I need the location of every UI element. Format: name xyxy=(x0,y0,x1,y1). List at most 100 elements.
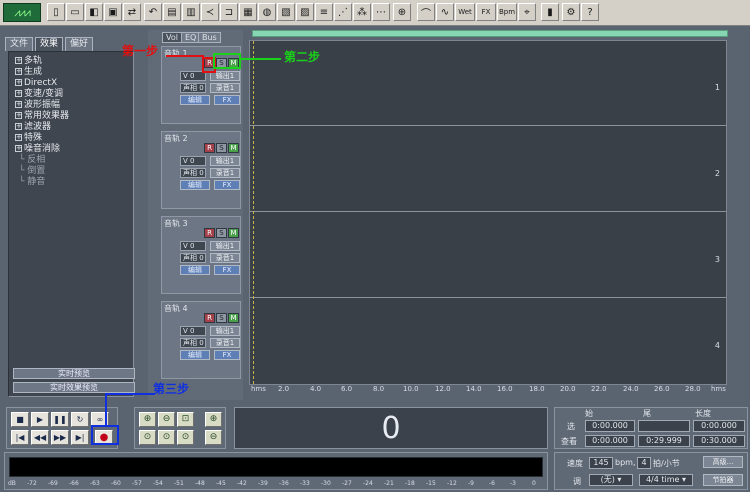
open-session-icon[interactable]: ◧ xyxy=(85,3,103,21)
input-button[interactable]: 录音1 xyxy=(210,168,240,178)
pause-icon[interactable]: ❚❚ xyxy=(51,412,69,427)
fx-button[interactable]: FX xyxy=(214,350,240,360)
rewind-icon[interactable]: ◀◀ xyxy=(31,430,49,445)
undo-icon[interactable]: ↶ xyxy=(144,3,162,21)
zoom-right-icon[interactable]: ⊙ xyxy=(158,430,175,445)
volume-field[interactable]: V 0 xyxy=(180,241,206,251)
track-lane[interactable]: 4 xyxy=(250,299,726,384)
adjust-icon[interactable]: ▦ xyxy=(239,3,257,21)
zoom-out-vertical-icon[interactable]: ⊖ xyxy=(205,430,222,445)
tree-node[interactable]: + DirectX xyxy=(15,78,57,89)
cue-icon[interactable]: ⊕ xyxy=(393,3,411,21)
new-file-icon[interactable]: ▯ xyxy=(47,3,65,21)
edit-button[interactable]: 编辑 xyxy=(180,350,210,360)
open-folder-icon[interactable]: ▭ xyxy=(66,3,84,21)
tree-node[interactable]: + 生成 xyxy=(15,67,42,78)
track-lane[interactable]: 2 xyxy=(250,127,726,212)
record-arm-button[interactable]: R xyxy=(204,143,215,153)
help-icon[interactable]: ? xyxy=(581,3,599,21)
bpm-icon[interactable]: Bpm xyxy=(497,3,517,21)
realtime-effects-preview-button[interactable]: 实时效果预览 xyxy=(13,382,135,393)
align-icon[interactable]: ≡ xyxy=(315,3,333,21)
horizontal-scrollbar[interactable] xyxy=(252,30,728,37)
track-name[interactable]: 音轨 3 xyxy=(164,218,188,229)
output-button[interactable]: 输出1 xyxy=(210,156,240,166)
envelope-icon[interactable]: ⋰ xyxy=(334,3,352,21)
tree-leaf[interactable]: └ 反相 xyxy=(19,155,45,166)
volume-field[interactable]: V 0 xyxy=(180,156,206,166)
multitrack-lanes[interactable]: 1 2 3 4 xyxy=(249,40,727,385)
pan-field[interactable]: 声相 0 xyxy=(180,83,206,93)
group-icon[interactable]: ▨ xyxy=(296,3,314,21)
edit-button[interactable]: 编辑 xyxy=(180,180,210,190)
tab-vol[interactable]: Vol xyxy=(162,32,182,43)
loop-icon[interactable]: ◍ xyxy=(258,3,276,21)
playhead-cursor[interactable] xyxy=(253,41,254,384)
insert-icon[interactable]: ▥ xyxy=(182,3,200,21)
meter-icon[interactable]: ▮ xyxy=(541,3,559,21)
tree-node[interactable]: + 滤波器 xyxy=(15,122,51,133)
record-arm-button[interactable]: R xyxy=(204,228,215,238)
selection-length-field[interactable]: 0:00.000 xyxy=(693,420,745,432)
mute-button[interactable]: M xyxy=(228,313,239,323)
tree-node[interactable]: + 噪音消除 xyxy=(15,144,60,155)
save-icon[interactable]: ▣ xyxy=(104,3,122,21)
mute-button[interactable]: M xyxy=(228,228,239,238)
metronome-button[interactable]: 节拍器 xyxy=(703,474,743,486)
fx-env-icon[interactable]: FX xyxy=(476,3,496,21)
tempo-field[interactable]: 145 xyxy=(589,457,613,469)
advanced-button[interactable]: 高级... xyxy=(703,456,743,468)
settings-icon[interactable]: ⚙ xyxy=(562,3,580,21)
mixdown-icon[interactable]: ▤ xyxy=(163,3,181,21)
fx-button[interactable]: FX xyxy=(214,265,240,275)
volume-field[interactable]: V 0 xyxy=(180,326,206,336)
go-to-end-icon[interactable]: ▶| xyxy=(71,430,89,445)
zoom-left-icon[interactable]: ⊙ xyxy=(139,430,156,445)
zoom-full-icon[interactable]: ⊡ xyxy=(177,412,194,427)
track-name[interactable]: 音轨 1 xyxy=(164,48,188,59)
zoom-selection-icon[interactable]: ⊙ xyxy=(177,430,194,445)
input-button[interactable]: 录音1 xyxy=(210,253,240,263)
track-lane[interactable]: 1 xyxy=(250,41,726,126)
zoom-in-icon[interactable]: ⊕ xyxy=(139,412,156,427)
edit-button[interactable]: 编辑 xyxy=(180,265,210,275)
output-button[interactable]: 输出1 xyxy=(210,241,240,251)
stretch-icon[interactable]: ⁂ xyxy=(353,3,371,21)
tree-leaf[interactable]: └ 静音 xyxy=(19,177,45,188)
wave-logo-icon[interactable]: ⩘⩘⩘ xyxy=(3,3,41,22)
view-end-field[interactable]: 0:29.999 xyxy=(638,435,690,447)
track-lane[interactable]: 3 xyxy=(250,213,726,298)
pan-field[interactable]: 声相 0 xyxy=(180,168,206,178)
crossfade-icon[interactable]: ≺ xyxy=(201,3,219,21)
tab-effects[interactable]: 效果 xyxy=(35,37,64,51)
view-start-field[interactable]: 0:00.000 xyxy=(585,435,635,447)
tree-node[interactable]: + 常用效果器 xyxy=(15,111,69,122)
solo-button[interactable]: S xyxy=(216,313,227,323)
zoom-out-icon[interactable]: ⊖ xyxy=(158,412,175,427)
mute-button[interactable]: M xyxy=(228,143,239,153)
go-to-start-icon[interactable]: |◀ xyxy=(11,430,29,445)
solo-button[interactable]: S xyxy=(216,143,227,153)
split-icon[interactable]: ⊐ xyxy=(220,3,238,21)
key-select[interactable]: (无) ▾ xyxy=(589,474,633,486)
fast-forward-icon[interactable]: ▶▶ xyxy=(51,430,69,445)
zoom-in-vertical-icon[interactable]: ⊕ xyxy=(205,412,222,427)
volume-env-icon[interactable]: ⌒ xyxy=(417,3,435,21)
beats-field[interactable]: 4 xyxy=(637,457,651,469)
record-arm-button[interactable]: R xyxy=(204,313,215,323)
input-button[interactable]: 录音1 xyxy=(210,338,240,348)
input-button[interactable]: 录音1 xyxy=(210,83,240,93)
switch-view-icon[interactable]: ⇄ xyxy=(123,3,141,21)
tree-node[interactable]: + 波形振幅 xyxy=(15,100,60,111)
tree-node[interactable]: + 多轨 xyxy=(15,56,42,67)
play-loop-icon[interactable]: ↻ xyxy=(71,412,89,427)
time-ruler[interactable]: hms 2.0 4.0 6.0 8.0 10.0 12.0 14.0 16.0 … xyxy=(249,385,729,395)
selection-end-field[interactable] xyxy=(638,420,690,432)
realtime-preview-button[interactable]: 实时预览 xyxy=(13,368,135,379)
track-name[interactable]: 音轨 4 xyxy=(164,303,188,314)
view-length-field[interactable]: 0:30.000 xyxy=(693,435,745,447)
fx-button[interactable]: FX xyxy=(214,95,240,105)
wet-env-icon[interactable]: Wet xyxy=(455,3,475,21)
solo-button[interactable]: S xyxy=(216,228,227,238)
tab-bus[interactable]: Bus xyxy=(198,32,221,43)
